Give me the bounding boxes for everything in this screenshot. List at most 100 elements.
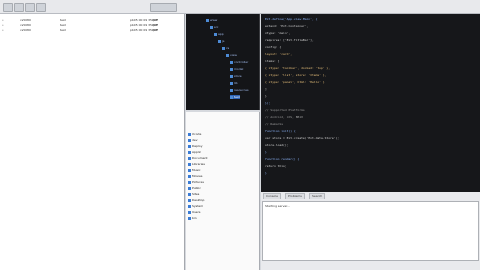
refresh-button[interactable] (25, 3, 35, 12)
finder-item[interactable]: Pictures (188, 180, 204, 184)
tree-item[interactable]: src (210, 25, 218, 29)
finder-sidebar: Xcode dev Deploy Applic Document Libraries Mus… (186, 112, 260, 270)
folder-icon (226, 53, 229, 57)
code-line: var store = Ext.create('Ext.data.Store')… (265, 136, 340, 140)
file-cell: pb05 00 09 35.pdf (130, 28, 158, 32)
code-line: layout: 'card', (265, 52, 293, 56)
code-line: } (265, 171, 267, 175)
finder-item[interactable]: Desktop (188, 198, 204, 202)
code-line: xtype: 'main', (265, 31, 291, 35)
file-cell: pb05 00 09 35.pdf (130, 18, 158, 22)
code-editor[interactable]: Ext.define('App.view.Main', { extend: 'E… (261, 14, 480, 192)
code-line: return this; (265, 164, 287, 168)
folder-icon (188, 204, 191, 208)
folder-icon (230, 81, 233, 85)
code-line: store.load(); (265, 143, 289, 147)
code-line: } (265, 150, 267, 154)
code-line: Ext.define('App.view.Main', { (265, 17, 318, 21)
code-line: function render() { (265, 157, 300, 161)
code-line: { xtype: 'list', store: 'Items' }, (265, 73, 327, 77)
code-line: config: { (265, 45, 282, 49)
finder-item[interactable]: Libraries (188, 162, 205, 166)
finder-item[interactable]: Deploy (188, 144, 203, 148)
tree-item[interactable]: lib (230, 81, 238, 85)
search-field[interactable] (150, 3, 177, 12)
tree-item[interactable]: controller (230, 60, 248, 64)
code-line: { xtype: 'toolbar', docked: 'top' }, (265, 66, 331, 70)
file-cell: • (2, 28, 4, 32)
file-cell: PDF (152, 18, 158, 22)
file-cell: cs5080 (20, 23, 31, 27)
console-output[interactable]: Starting server... (262, 201, 479, 261)
tree-item[interactable]: model (230, 67, 243, 71)
folder-icon (230, 74, 233, 78)
folder-icon (206, 18, 209, 22)
file-cell: cs5080 (20, 18, 31, 22)
finder-item[interactable]: Public (188, 186, 201, 190)
folder-icon (188, 186, 191, 190)
file-cell: pb05 00 09 35.pdf (130, 23, 158, 27)
finder-item[interactable]: Document (188, 156, 208, 160)
finder-item[interactable]: Xcode (188, 132, 201, 136)
file-cell: test (60, 23, 66, 27)
downloads-list: • cs5080 test pb05 00 09 35.pdfPDF • cs5080 te… (0, 14, 185, 270)
code-line: items: [ (265, 59, 280, 63)
code-line: // Supported Platforms (265, 108, 305, 112)
file-row[interactable]: • cs5080 test pb05 00 09 35.pdfPDF (2, 28, 182, 32)
tree-item[interactable]: app (214, 32, 224, 36)
code-line: ] (265, 87, 267, 91)
finder-item[interactable]: Applic (188, 150, 201, 154)
folder-icon (188, 198, 191, 202)
folder-icon (188, 162, 191, 166)
code-line: function init() { (265, 129, 296, 133)
file-cell: • (2, 23, 4, 27)
folder-icon (188, 138, 191, 142)
folder-icon (210, 25, 213, 29)
folder-icon (188, 168, 191, 172)
code-line: // Remarks (265, 122, 284, 126)
finder-item[interactable]: bin (188, 216, 197, 220)
stop-button[interactable] (36, 3, 46, 12)
back-button[interactable] (3, 3, 13, 12)
folder-icon (230, 60, 233, 64)
finder-item[interactable]: System (188, 204, 203, 208)
file-cell: PDF (152, 23, 158, 27)
folder-icon (188, 132, 191, 136)
folder-icon (188, 156, 191, 160)
finder-item[interactable]: dev (188, 138, 198, 142)
folder-icon (188, 180, 191, 184)
finder-item[interactable]: Users (188, 210, 200, 214)
code-line: extend: 'Ext.Container', (265, 24, 309, 28)
folder-icon (230, 88, 233, 92)
code-line: } (265, 94, 267, 98)
finder-item[interactable]: Music (188, 168, 201, 172)
folder-icon (230, 95, 233, 99)
file-cell: cs5080 (20, 28, 31, 32)
folder-icon (188, 192, 191, 196)
console-line: Starting server... (265, 204, 291, 208)
folder-icon (188, 216, 191, 220)
tree-item[interactable]: www (206, 18, 217, 22)
tab-console[interactable]: Console (263, 193, 281, 199)
file-row[interactable]: • cs5080 test pb05 00 09 35.pdfPDF (2, 18, 182, 22)
folder-icon (188, 150, 191, 154)
file-row[interactable]: • cs5080 test pb05 00 09 35.pdfPDF (2, 23, 182, 27)
folder-icon (230, 67, 233, 71)
forward-button[interactable] (14, 3, 24, 12)
folder-icon (188, 144, 191, 148)
top-toolbar (0, 0, 480, 14)
folder-icon (218, 39, 221, 43)
tree-item[interactable]: store (230, 74, 242, 78)
tree-item[interactable]: cs (222, 46, 229, 50)
tab-search[interactable]: Search (309, 193, 326, 199)
finder-item[interactable]: Sites (188, 192, 199, 196)
code-line: // Android, iOS, BB10 (265, 115, 303, 119)
project-tree: www src app js cs view controller model store lib… (186, 14, 260, 110)
tree-item[interactable]: js (218, 39, 224, 43)
tree-item[interactable]: view (226, 53, 237, 57)
tree-item[interactable]: test (230, 95, 240, 99)
finder-item[interactable]: Movies (188, 174, 202, 178)
tree-item[interactable]: resources (230, 88, 249, 92)
code-line: requires: ['Ext.TitleBar'], (265, 38, 314, 42)
tab-problems[interactable]: Problems (285, 193, 305, 199)
